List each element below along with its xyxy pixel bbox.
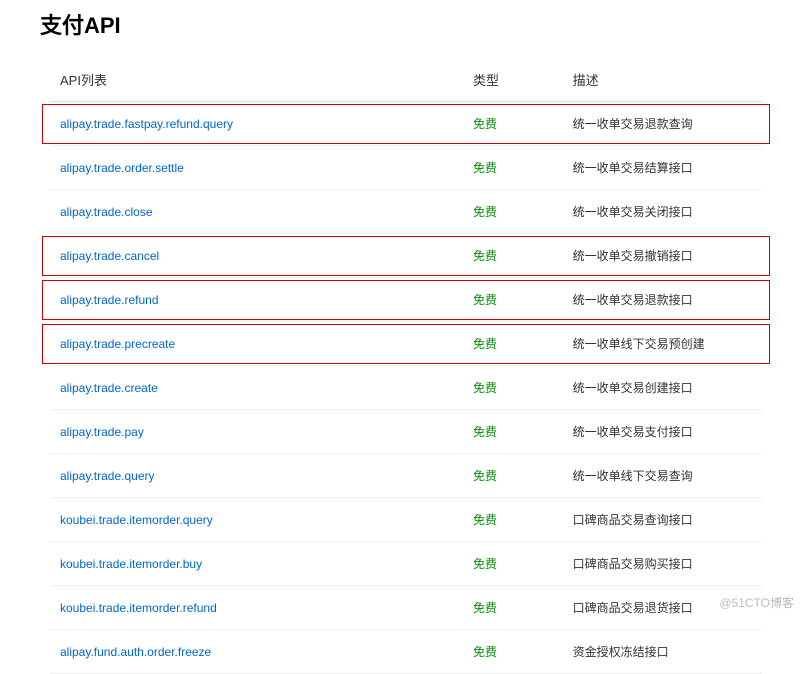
api-link[interactable]: alipay.trade.close (60, 205, 153, 219)
type-badge: 免费 (473, 601, 497, 615)
type-badge: 免费 (473, 645, 497, 659)
api-link[interactable]: alipay.trade.order.settle (60, 161, 184, 175)
table-row: koubei.trade.itemorder.query 免费 口碑商品交易查询接口 (50, 498, 762, 542)
type-badge: 免费 (473, 425, 497, 439)
api-desc: 统一收单交易创建接口 (573, 381, 693, 395)
api-desc: 口碑商品交易退货接口 (573, 601, 693, 615)
col-desc: 描述 (563, 58, 762, 102)
table-row: alipay.trade.create 免费 统一收单交易创建接口 (50, 366, 762, 410)
api-link[interactable]: koubei.trade.itemorder.buy (60, 557, 202, 571)
table-row: alipay.trade.fastpay.refund.query 免费 统一收单交… (50, 102, 762, 146)
api-desc: 统一收单交易关闭接口 (573, 205, 693, 219)
type-badge: 免费 (473, 293, 497, 307)
api-link[interactable]: alipay.trade.cancel (60, 249, 159, 263)
api-link[interactable]: alipay.trade.refund (60, 293, 159, 307)
table-row: alipay.trade.refund 免费 统一收单交易退款接口 (50, 278, 762, 322)
col-type: 类型 (463, 58, 563, 102)
watermark: @51CTO博客 (719, 594, 794, 611)
table-row: alipay.trade.close 免费 统一收单交易关闭接口 (50, 190, 762, 234)
type-badge: 免费 (473, 249, 497, 263)
table-row: alipay.trade.precreate 免费 统一收单线下交易预创建 (50, 322, 762, 366)
table-row: alipay.trade.cancel 免费 统一收单交易撤销接口 (50, 234, 762, 278)
type-badge: 免费 (473, 381, 497, 395)
api-desc: 统一收单交易退款接口 (573, 293, 693, 307)
api-desc: 统一收单线下交易查询 (573, 469, 693, 483)
col-api: API列表 (50, 58, 463, 102)
api-link[interactable]: alipay.trade.precreate (60, 337, 175, 351)
type-badge: 免费 (473, 557, 497, 571)
table-row: koubei.trade.itemorder.buy 免费 口碑商品交易购买接口 (50, 542, 762, 586)
table-row: alipay.trade.pay 免费 统一收单交易支付接口 (50, 410, 762, 454)
type-badge: 免费 (473, 337, 497, 351)
type-badge: 免费 (473, 469, 497, 483)
api-link[interactable]: alipay.trade.fastpay.refund.query (60, 117, 233, 131)
api-link[interactable]: alipay.trade.create (60, 381, 158, 395)
table-header-row: API列表 类型 描述 (50, 58, 762, 102)
api-link[interactable]: alipay.trade.pay (60, 425, 144, 439)
api-desc: 资金授权冻结接口 (573, 645, 669, 659)
type-badge: 免费 (473, 161, 497, 175)
api-desc: 口碑商品交易查询接口 (573, 513, 693, 527)
api-desc: 统一收单线下交易预创建 (573, 337, 705, 351)
api-table: API列表 类型 描述 alipay.trade.fastpay.refund.… (50, 58, 762, 674)
api-link[interactable]: alipay.trade.query (60, 469, 155, 483)
api-desc: 统一收单交易撤销接口 (573, 249, 693, 263)
type-badge: 免费 (473, 117, 497, 131)
api-desc: 统一收单交易支付接口 (573, 425, 693, 439)
api-link[interactable]: koubei.trade.itemorder.refund (60, 601, 217, 615)
api-desc: 口碑商品交易购买接口 (573, 557, 693, 571)
type-badge: 免费 (473, 205, 497, 219)
table-row: alipay.fund.auth.order.freeze 免费 资金授权冻结接口 (50, 630, 762, 674)
api-table-wrapper: API列表 类型 描述 alipay.trade.fastpay.refund.… (0, 58, 802, 674)
page-title: 支付API (0, 0, 802, 58)
table-row: koubei.trade.itemorder.refund 免费 口碑商品交易退货接… (50, 586, 762, 630)
api-desc: 统一收单交易退款查询 (573, 117, 693, 131)
table-row: alipay.trade.query 免费 统一收单线下交易查询 (50, 454, 762, 498)
api-link[interactable]: koubei.trade.itemorder.query (60, 513, 213, 527)
api-link[interactable]: alipay.fund.auth.order.freeze (60, 645, 211, 659)
table-row: alipay.trade.order.settle 免费 统一收单交易结算接口 (50, 146, 762, 190)
api-desc: 统一收单交易结算接口 (573, 161, 693, 175)
type-badge: 免费 (473, 513, 497, 527)
